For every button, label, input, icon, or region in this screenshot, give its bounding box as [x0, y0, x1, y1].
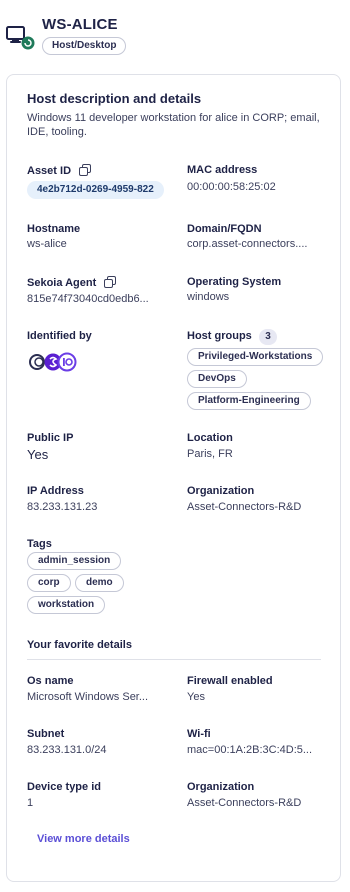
host-groups-label: Host groups: [187, 330, 252, 342]
hostname-value: ws-alice: [27, 238, 67, 250]
firewall-value: Yes: [187, 691, 205, 703]
ip-address-label: IP Address: [27, 485, 84, 497]
favorites-title: Your favorite details: [27, 639, 132, 651]
mac-address-label: MAC address: [187, 164, 258, 176]
sekoia-agent-label: Sekoia Agent: [27, 276, 117, 289]
asset-id-chip[interactable]: 4e2b712d-0269-4959-822: [27, 181, 164, 199]
host-title: WS-ALICE: [42, 16, 118, 33]
host-groups-count: 3: [259, 329, 277, 345]
ip-address-value: 83.233.131.23: [27, 501, 98, 513]
copy-icon[interactable]: [79, 164, 92, 176]
asset-id-label: Asset ID: [27, 164, 92, 177]
location-label: Location: [187, 432, 233, 444]
mac-address-value: 00:00:00:58:25:02: [187, 181, 276, 193]
hostname-label: Hostname: [27, 223, 81, 235]
domain-value: corp.asset-connectors....: [187, 238, 308, 250]
fav-organization-value: Asset-Connectors-R&D: [187, 797, 302, 809]
copy-icon[interactable]: [104, 276, 117, 288]
sekoia-agent-value: 815e74f73040cd0edb6...: [27, 293, 149, 305]
os-label: Operating System: [187, 276, 282, 288]
host-description: Windows 11 developer workstation for ali…: [27, 112, 320, 138]
host-type-badge: Host/Desktop: [42, 37, 127, 55]
os-name-label: Os name: [27, 675, 74, 687]
os-value: windows: [187, 291, 230, 303]
host-group-chip[interactable]: DevOps: [187, 370, 247, 388]
divider: [27, 659, 321, 660]
wifi-label: Wi-fi: [187, 728, 211, 740]
view-more-details-link[interactable]: View more details: [37, 833, 130, 845]
domain-label: Domain/FQDN: [187, 223, 262, 235]
subnet-value: 83.233.131.0/24: [27, 744, 107, 756]
fav-organization-label: Organization: [187, 781, 255, 793]
connector-logos-icon: [27, 351, 79, 373]
organization-value: Asset-Connectors-R&D: [187, 501, 302, 513]
tags-label: Tags: [27, 538, 52, 550]
device-type-value: 1: [27, 797, 34, 809]
public-ip-value: Yes: [27, 447, 49, 462]
organization-label: Organization: [187, 485, 255, 497]
tag-chip[interactable]: demo: [75, 574, 124, 592]
os-name-value: Microsoft Windows Ser...: [27, 691, 149, 703]
host-details-card: Host description and details Windows 11 …: [6, 74, 341, 882]
firewall-label: Firewall enabled: [187, 675, 273, 687]
location-value: Paris, FR: [187, 448, 233, 460]
asset-header: WS-ALICE Host/Desktop: [6, 14, 346, 58]
device-type-label: Device type id: [27, 781, 101, 793]
identified-by-label: Identified by: [27, 330, 92, 342]
public-ip-label: Public IP: [27, 432, 74, 444]
desktop-host-icon: [6, 24, 38, 56]
wifi-value: mac=00:1A:2B:3C:4D:5...: [187, 744, 313, 756]
host-group-chip[interactable]: Platform-Engineering: [187, 392, 311, 410]
tag-chip[interactable]: workstation: [27, 596, 106, 614]
tag-chip[interactable]: admin_session: [27, 552, 122, 570]
tag-chip[interactable]: corp: [27, 574, 71, 592]
host-group-chip[interactable]: Privileged-Workstations: [187, 348, 324, 366]
subnet-label: Subnet: [27, 728, 65, 740]
card-title: Host description and details: [27, 91, 202, 106]
